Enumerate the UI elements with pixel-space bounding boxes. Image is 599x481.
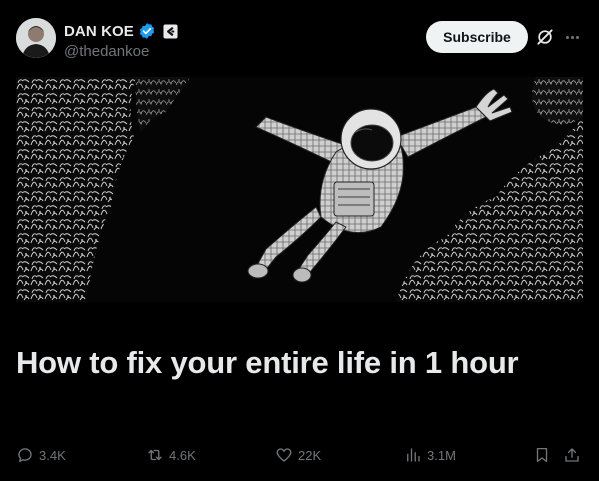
article-title[interactable]: How to fix your entire life in 1 hour xyxy=(16,343,556,383)
views-chart-icon xyxy=(407,448,420,462)
share-button[interactable] xyxy=(563,446,581,464)
avatar[interactable] xyxy=(16,18,56,58)
post-header: DAN KOE @thedankoe Subscribe xyxy=(0,0,599,70)
like-button[interactable]: 22K xyxy=(275,446,321,464)
grok-icon[interactable] xyxy=(535,27,555,47)
like-count: 22K xyxy=(298,447,322,463)
views-button[interactable]: 3.1M xyxy=(404,446,456,464)
repost-button[interactable]: 4.6K xyxy=(146,446,196,464)
bookmark-icon xyxy=(536,447,548,463)
reply-count: 3.4K xyxy=(39,447,66,463)
action-bar: 3.4K 4.6K 22K 3.1M xyxy=(0,446,599,470)
reply-icon xyxy=(18,448,32,463)
share-icon xyxy=(565,448,579,462)
heart-icon xyxy=(276,448,292,462)
verified-badge-icon[interactable] xyxy=(138,22,156,40)
author-name[interactable]: DAN KOE xyxy=(64,23,134,40)
reply-button[interactable]: 3.4K xyxy=(16,446,66,464)
affiliate-badge-icon[interactable] xyxy=(163,23,178,39)
repost-count: 4.6K xyxy=(169,447,196,463)
article-cover-image[interactable] xyxy=(16,77,583,302)
subscribe-button[interactable]: Subscribe xyxy=(426,21,528,53)
more-options-icon[interactable] xyxy=(562,27,582,47)
repost-icon xyxy=(148,449,162,461)
bookmark-button[interactable] xyxy=(533,446,551,464)
views-count: 3.1M xyxy=(427,447,456,463)
author-handle[interactable]: @thedankoe xyxy=(64,43,149,60)
